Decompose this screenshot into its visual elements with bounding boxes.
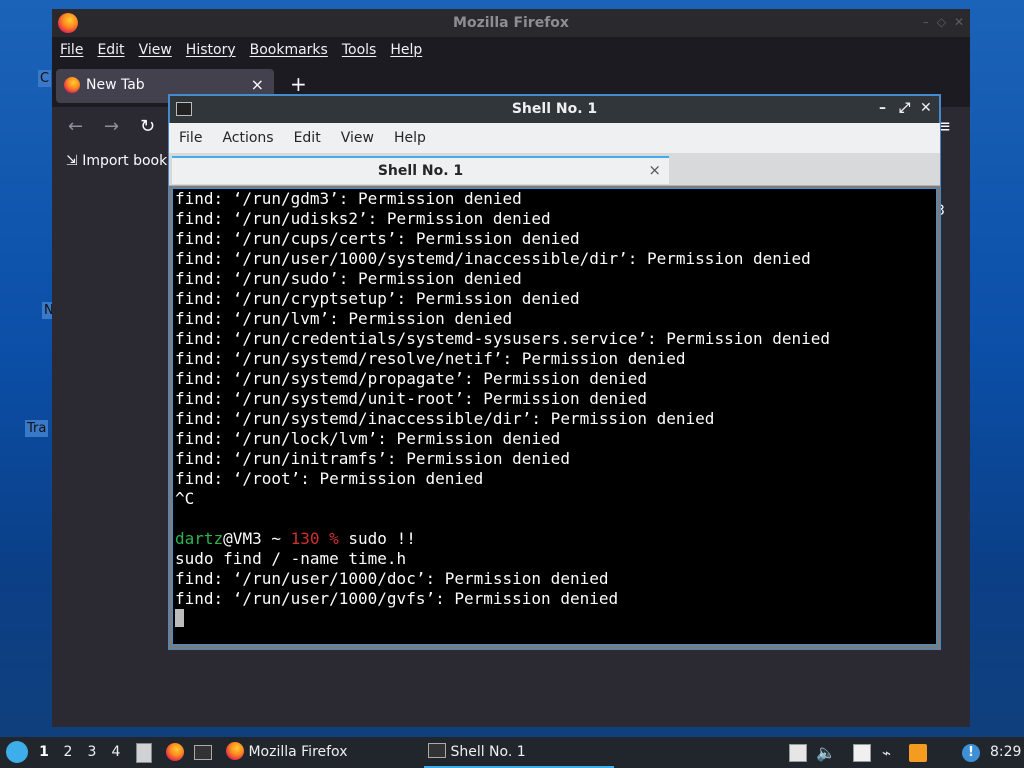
output-line: find: ‘/run/user/1000/doc’: Permission d…	[175, 569, 609, 588]
terminal-cursor	[175, 609, 184, 627]
firefox-logo-icon	[226, 742, 244, 760]
terminal-title: Shell No. 1	[511, 101, 598, 117]
desktop-icon-label[interactable]: Tra	[25, 420, 49, 437]
firefox-titlebar[interactable]: Mozilla Firefox – ◇ ✕	[52, 9, 970, 37]
terminal-menu-file[interactable]: File	[179, 130, 202, 146]
output-line: ^C	[175, 489, 195, 508]
output-line: find: ‘/run/sudo’: Permission denied	[175, 269, 522, 288]
task-shell[interactable]: Shell No. 1	[424, 737, 614, 768]
prompt-command: sudo !!	[348, 529, 416, 548]
menu-help[interactable]: Help	[390, 42, 422, 58]
task-label: Shell No. 1	[450, 744, 526, 760]
output-line: find: ‘/run/credentials/systemd-sysusers…	[175, 329, 831, 348]
output-line: find: ‘/run/systemd/unit-root’: Permissi…	[175, 389, 648, 408]
output-line: find: ‘/run/lvm’: Permission denied	[175, 309, 513, 328]
terminal-launcher-icon[interactable]	[194, 745, 212, 760]
taskbar: 1 2 3 4 Mozilla Firefox Shell No. 1 🔈 ⌁ …	[0, 737, 1024, 768]
maximize-icon[interactable]: ◇	[937, 15, 946, 29]
desktop-switcher-1[interactable]: 1	[35, 744, 53, 760]
firefox-logo-icon	[64, 77, 80, 93]
output-line: find: ‘/run/systemd/inaccessible/dir’: P…	[175, 409, 715, 428]
reload-icon[interactable]: ↻	[140, 116, 155, 137]
output-line: find: ‘/run/systemd/resolve/netif’: Perm…	[175, 349, 686, 368]
tab-shell-1[interactable]: Shell No. 1 ×	[172, 156, 669, 184]
new-tab-button[interactable]: +	[290, 72, 307, 96]
terminal-menubar: File Actions Edit View Help	[169, 123, 940, 153]
terminal-window[interactable]: Shell No. 1 – ⤢ ✕ File Actions Edit View…	[169, 95, 940, 649]
menu-file[interactable]: File	[60, 42, 83, 58]
terminal-tabbar: Shell No. 1 ×	[169, 153, 940, 186]
close-icon[interactable]: ✕	[920, 100, 932, 116]
task-firefox[interactable]: Mozilla Firefox	[226, 737, 416, 768]
minimize-icon[interactable]: –	[923, 15, 929, 29]
desktop-switcher-3[interactable]: 3	[83, 744, 101, 760]
output-line: find: ‘/run/systemd/propagate’: Permissi…	[175, 369, 648, 388]
firefox-menubar: File Edit View History Bookmarks Tools H…	[52, 37, 970, 63]
menu-tools[interactable]: Tools	[342, 42, 377, 58]
terminal-menu-edit[interactable]: Edit	[294, 130, 321, 146]
import-bookmarks-label: Import bookm	[82, 153, 181, 169]
desktop-switcher-4[interactable]: 4	[107, 744, 125, 760]
output-line: find: ‘/run/gdm3’: Permission denied	[175, 189, 522, 208]
app-launcher-icon[interactable]	[6, 741, 28, 763]
clipboard-icon[interactable]	[789, 744, 807, 762]
terminal-icon	[428, 743, 446, 758]
forward-icon[interactable]: →	[104, 116, 119, 137]
update-icon[interactable]	[909, 744, 927, 762]
terminal-output: find: ‘/run/gdm3’: Permission denied fin…	[173, 189, 936, 629]
tab-label: New Tab	[86, 77, 145, 93]
maximize-icon[interactable]: ⤢	[899, 100, 910, 116]
menu-bookmarks[interactable]: Bookmarks	[250, 42, 328, 58]
output-line: find: ‘/run/lock/lvm’: Permission denied	[175, 429, 561, 448]
output-line: find: ‘/run/cryptsetup’: Permission deni…	[175, 289, 580, 308]
firefox-launcher-icon[interactable]	[166, 743, 184, 761]
window-controls: – ◇ ✕	[923, 15, 964, 29]
output-line: sudo find / -name time.h	[175, 549, 407, 568]
notification-icon[interactable]: !	[962, 744, 980, 762]
task-label: Mozilla Firefox	[248, 744, 348, 760]
volume-icon[interactable]: 🔈	[816, 744, 836, 762]
network-icon[interactable]: ⌁	[882, 744, 900, 762]
menu-history[interactable]: History	[186, 42, 236, 58]
menu-edit[interactable]: Edit	[97, 42, 124, 58]
import-bookmarks-button[interactable]: ⇲ Import bookm	[66, 153, 181, 169]
terminal-menu-help[interactable]: Help	[394, 130, 426, 146]
clock[interactable]: 8:29	[990, 744, 1021, 760]
prompt-user: dartz	[175, 529, 224, 548]
terminal-menu-actions[interactable]: Actions	[222, 130, 273, 146]
prompt-host: @VM3 ~	[223, 529, 291, 548]
window-title: Mozilla Firefox	[453, 15, 569, 31]
close-tab-icon[interactable]: ×	[648, 161, 661, 179]
close-tab-icon[interactable]: ×	[251, 75, 264, 94]
terminal-menu-view[interactable]: View	[341, 130, 374, 146]
desktop-switcher-2[interactable]: 2	[59, 744, 77, 760]
menu-view[interactable]: View	[139, 42, 172, 58]
minimize-icon[interactable]: –	[879, 100, 886, 116]
output-line: find: ‘/run/initramfs’: Permission denie…	[175, 449, 570, 468]
terminal-titlebar[interactable]: Shell No. 1 – ⤢ ✕	[169, 95, 940, 123]
output-line: find: ‘/run/user/1000/gvfs’: Permission …	[175, 589, 619, 608]
terminal-tab-label: Shell No. 1	[377, 163, 464, 179]
output-line: find: ‘/run/udisks2’: Permission denied	[175, 209, 551, 228]
notes-icon[interactable]	[853, 744, 871, 762]
desktop-icon-label[interactable]: C	[38, 70, 52, 87]
back-icon[interactable]: ←	[68, 116, 83, 137]
file-manager-icon[interactable]	[136, 743, 152, 763]
terminal-screen[interactable]: find: ‘/run/gdm3’: Permission denied fin…	[172, 188, 937, 645]
output-line: find: ‘/run/user/1000/systemd/inaccessib…	[175, 249, 811, 268]
output-line: find: ‘/root’: Permission denied	[175, 469, 484, 488]
output-line: find: ‘/run/cups/certs’: Permission deni…	[175, 229, 580, 248]
prompt-exit-status: 130 %	[290, 529, 349, 548]
close-icon[interactable]: ✕	[954, 15, 964, 29]
